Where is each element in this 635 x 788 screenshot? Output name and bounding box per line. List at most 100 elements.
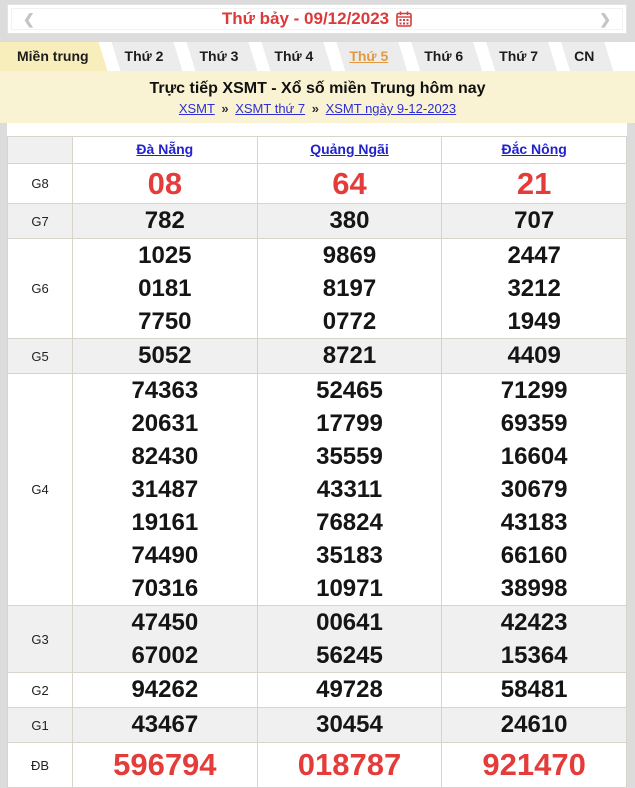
- result-number: 10971: [316, 575, 383, 602]
- breadcrumb-link-xsmt-thu7[interactable]: XSMT thứ 7: [235, 101, 305, 116]
- prize-label: G2: [7, 672, 73, 708]
- result-cell: 52465 17799 35559 43311 76824 35183 10971: [256, 373, 443, 606]
- result-number: 2447: [507, 242, 561, 269]
- result-number: 24610: [500, 711, 568, 738]
- tab-thứ-3[interactable]: Thứ 3: [186, 42, 257, 71]
- tab-thứ-2[interactable]: Thứ 2: [112, 42, 183, 71]
- current-date: Thứ bảy - 09/12/2023: [50, 9, 585, 29]
- tab-label: Thứ 7: [499, 48, 539, 64]
- results-table: Đà Nẵng Quảng Ngãi Đắc Nông G8 08 64 21 G7 782 3…: [7, 136, 627, 788]
- tab-thứ-5[interactable]: Thứ 5: [336, 42, 407, 71]
- results-table-body: G8 08 64 21 G7 782 380 707 G6 1025 0181 7750 9869 819…: [7, 163, 627, 788]
- result-number: 69359: [500, 410, 568, 437]
- table-row-g7: G7 782 380 707: [7, 203, 627, 239]
- tab-thứ-7[interactable]: Thứ 7: [486, 42, 557, 71]
- result-number: 596794: [113, 747, 217, 782]
- result-number: 35559: [316, 443, 383, 470]
- result-cell: 2447 3212 1949: [441, 238, 627, 339]
- province-link[interactable]: Đắc Nông: [501, 141, 566, 157]
- table-row-g6: G6 1025 0181 7750 9869 8197 0772 2447 3212 1949: [7, 238, 627, 339]
- result-number: 43183: [500, 509, 568, 536]
- date-label: Thứ bảy - 09/12/2023: [221, 9, 390, 28]
- result-cell: 4409: [441, 338, 627, 374]
- result-number: 66160: [500, 542, 568, 569]
- result-cell: 58481: [441, 672, 627, 708]
- result-number: 21: [516, 166, 552, 201]
- result-number: 82430: [131, 443, 199, 470]
- result-number: 08: [147, 166, 183, 201]
- result-number: 38998: [500, 575, 568, 602]
- date-nav-bar: ❮ Thứ bảy - 09/12/2023 ❯: [7, 4, 627, 34]
- result-number: 5052: [138, 342, 192, 369]
- tab-label: Thứ 4: [274, 48, 314, 64]
- prize-label: G4: [7, 373, 73, 606]
- province-column-header: Đắc Nông: [441, 136, 627, 164]
- result-number: 0181: [138, 275, 192, 302]
- result-number: 49728: [316, 676, 383, 703]
- tab-thứ-4[interactable]: Thứ 4: [261, 42, 332, 71]
- result-number: 52465: [316, 377, 383, 404]
- breadcrumb-link-xsmt-ngay[interactable]: XSMT ngày 9-12-2023: [326, 101, 457, 116]
- result-number: 0772: [322, 308, 377, 335]
- result-number: 47450: [131, 609, 199, 636]
- result-number: 19161: [131, 509, 199, 536]
- result-number: 00641: [316, 609, 383, 636]
- result-cell: 08: [72, 163, 258, 204]
- next-day-button[interactable]: ❯: [584, 6, 626, 32]
- province-link[interactable]: Đà Nẵng: [136, 141, 193, 157]
- result-number: 43467: [131, 711, 199, 738]
- prize-label: G7: [7, 203, 73, 239]
- prize-label: G6: [7, 238, 73, 339]
- result-number: 7750: [138, 308, 192, 335]
- table-row-g8: G8 08 64 21: [7, 163, 627, 204]
- table-row-g2: G2 94262 49728 58481: [7, 672, 627, 708]
- prize-label: G5: [7, 338, 73, 374]
- prize-column-header: [7, 136, 73, 164]
- result-number: 16604: [500, 443, 568, 470]
- result-cell: 42423 15364: [441, 605, 627, 673]
- breadcrumb-link-xsmt[interactable]: XSMT: [179, 101, 215, 116]
- prev-day-button[interactable]: ❮: [8, 6, 50, 32]
- result-cell: 24610: [441, 707, 627, 743]
- breadcrumb-separator: »: [311, 101, 319, 116]
- prize-label: G8: [7, 163, 73, 204]
- calendar-icon[interactable]: [396, 11, 412, 27]
- tab-bar: Miền trung Thứ 2 Thứ 3 Thứ 4 Thứ 5 Thứ 6 Thứ 7…: [0, 42, 635, 71]
- table-row-g1: G1 43467 30454 24610: [7, 707, 627, 743]
- result-cell: 782: [72, 203, 258, 239]
- result-number: 15364: [500, 642, 568, 669]
- date-nav-wrap: ❮ Thứ bảy - 09/12/2023 ❯: [0, 0, 635, 34]
- tab-cn[interactable]: CN: [561, 42, 613, 71]
- result-number: 70316: [131, 575, 199, 602]
- result-number: 64: [332, 166, 367, 201]
- table-row-g5: G5 5052 8721 4409: [7, 338, 627, 374]
- result-cell: 30454: [256, 707, 443, 743]
- tab-thứ-6[interactable]: Thứ 6: [411, 42, 482, 71]
- prize-label: G3: [7, 605, 73, 673]
- result-cell: 64: [256, 163, 443, 204]
- tab-miền-trung[interactable]: Miền trung: [0, 42, 108, 71]
- result-number: 3212: [507, 275, 561, 302]
- result-number: 9869: [322, 242, 377, 269]
- result-cell: 9869 8197 0772: [256, 238, 443, 339]
- result-cell: 74363 20631 82430 31487 19161 74490 70316: [72, 373, 258, 606]
- result-number: 1949: [507, 308, 561, 335]
- result-number: 8721: [322, 342, 377, 369]
- result-cell: 47450 67002: [72, 605, 258, 673]
- result-number: 67002: [131, 642, 199, 669]
- tab-label: Thứ 3: [199, 48, 239, 64]
- heading-band: Trực tiếp XSMT - Xổ số miền Trung hôm na…: [0, 71, 635, 123]
- table-row-g4: G4 74363 20631 82430 31487 19161 74490 70316 524…: [7, 373, 627, 606]
- result-number: 74363: [131, 377, 199, 404]
- results-container: Đà Nẵng Quảng Ngãi Đắc Nông G8 08 64 21 G7 782 3…: [7, 123, 627, 788]
- result-number: 35183: [316, 542, 383, 569]
- result-number: 31487: [131, 476, 199, 503]
- result-number: 71299: [500, 377, 568, 404]
- result-cell: 8721: [256, 338, 443, 374]
- result-number: 94262: [131, 676, 199, 703]
- result-number: 43311: [316, 476, 383, 503]
- result-number: 380: [329, 207, 370, 234]
- province-link[interactable]: Quảng Ngãi: [310, 141, 389, 157]
- result-number: 921470: [482, 747, 586, 782]
- result-number: 30454: [316, 711, 383, 738]
